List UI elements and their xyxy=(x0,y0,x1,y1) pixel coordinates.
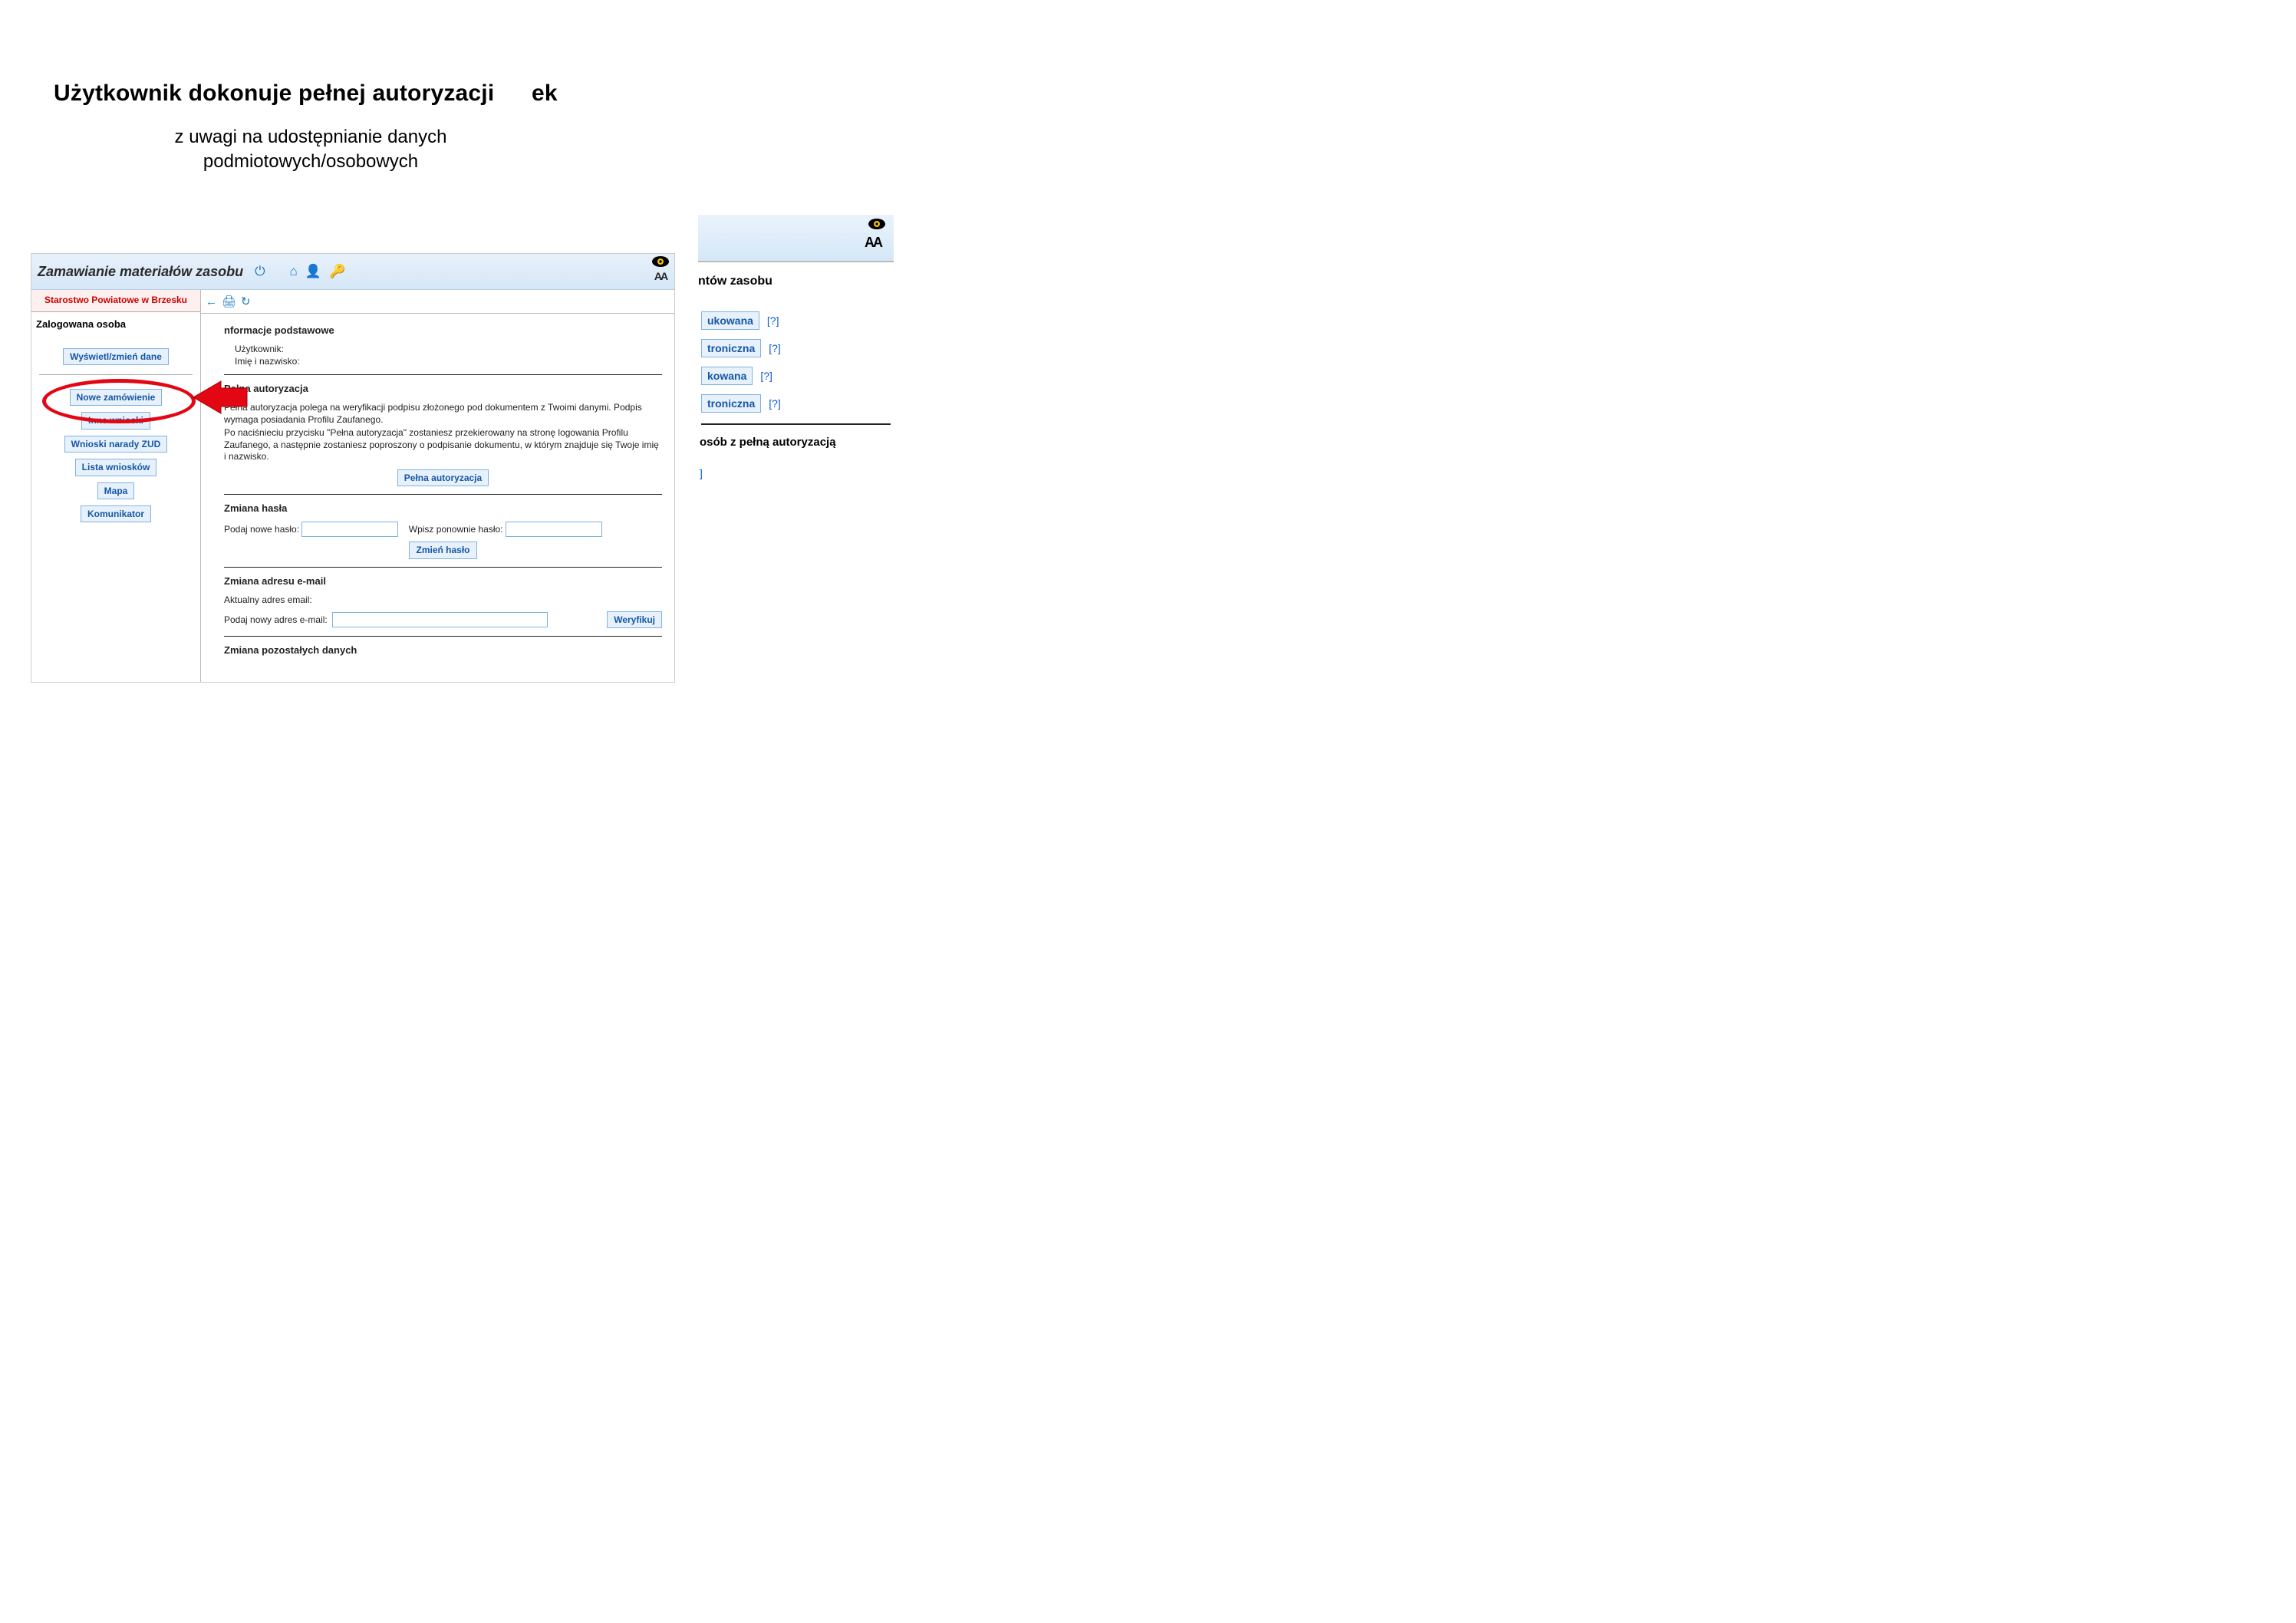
home-icon[interactable]: ⌂ xyxy=(290,264,298,279)
divider xyxy=(224,567,662,568)
divider xyxy=(224,494,662,495)
change-other-header: Zmiana pozostałych danych xyxy=(224,644,662,656)
repeat-password-label: Wpisz ponownie hasło: xyxy=(409,524,503,535)
menu-new-order[interactable]: Nowe zamówienie xyxy=(70,389,163,406)
basic-info-header: nformacje podstawowe xyxy=(224,324,662,336)
change-password-button[interactable]: Zmień hasło xyxy=(409,542,476,558)
help-link[interactable]: [?] xyxy=(760,370,772,382)
divider xyxy=(224,636,662,637)
eye-icon[interactable] xyxy=(651,255,670,270)
user-icon[interactable]: 👤 xyxy=(305,264,321,279)
help-link[interactable]: [?] xyxy=(769,397,781,410)
slide-title-main: Użytkownik dokonuje pełnej autoryzacji xyxy=(54,81,494,106)
print-icon[interactable]: 🖨 xyxy=(222,295,236,308)
repeat-password-input[interactable] xyxy=(506,522,602,537)
option-b[interactable]: troniczna xyxy=(701,339,761,357)
app-header: Zamawianie materiałów zasobu ⏻ ⌂ 👤 🔑 AA xyxy=(31,254,674,290)
sidebar-separator xyxy=(39,374,193,375)
slide-title: Użytkownik dokonuje pełnej autoryzacji e… xyxy=(54,81,558,106)
power-icon[interactable]: ⏻ xyxy=(255,264,265,279)
refresh-icon[interactable]: ↻ xyxy=(241,295,251,308)
fragment-headline: ntów zasobu xyxy=(698,275,891,288)
view-change-data-button[interactable]: Wyświetl/zmień dane xyxy=(63,348,169,365)
change-email-header: Zmiana adresu e-mail xyxy=(224,575,662,587)
option-c[interactable]: kowana xyxy=(701,367,753,385)
menu-zud[interactable]: Wnioski narady ZUD xyxy=(64,436,168,453)
key-icon[interactable]: 🔑 xyxy=(329,264,345,279)
fragment-header: AA xyxy=(698,215,894,262)
menu-map[interactable]: Mapa xyxy=(97,482,135,499)
logged-user-label: Zalogowana osoba xyxy=(31,312,200,333)
office-name: Starostwo Powiatowe w Brzesku xyxy=(31,290,200,312)
content-toolbar: ← 🖨 ↻ xyxy=(201,290,674,314)
new-password-input[interactable] xyxy=(301,522,398,537)
screenshot-fragment: AA ntów zasobu ukowana [?] troniczna [?]… xyxy=(698,215,894,614)
fragment-bracket: ] xyxy=(700,467,891,479)
change-password-header: Zmiana hasła xyxy=(224,502,662,514)
app-title: Zamawianie materiałów zasobu xyxy=(38,264,243,280)
new-password-label: Podaj nowe hasło: xyxy=(224,524,299,535)
menu-comm[interactable]: Komunikator xyxy=(81,505,151,522)
current-email-label: Aktualny adres email: xyxy=(224,594,662,605)
accessibility-controls: AA xyxy=(651,255,670,282)
font-size-toggle[interactable]: AA xyxy=(651,270,670,282)
option-d[interactable]: troniczna xyxy=(701,394,761,413)
divider xyxy=(701,423,891,425)
screenshot-main: Zamawianie materiałów zasobu ⏻ ⌂ 👤 🔑 AA … xyxy=(31,253,675,683)
font-size-toggle[interactable]: AA xyxy=(865,235,881,251)
eye-icon[interactable] xyxy=(868,218,886,232)
option-a[interactable]: ukowana xyxy=(701,311,759,330)
back-icon[interactable]: ← xyxy=(206,295,217,308)
slide-sub-line2: podmiotowych/osobowych xyxy=(203,151,418,172)
slide-subtitle: z uwagi na udostępnianie danych podmioto… xyxy=(130,125,491,175)
divider xyxy=(224,374,662,375)
menu-other-requests[interactable]: Inne wnioski xyxy=(81,412,150,429)
full-auth-desc2: Po naciśnieciu przycisku "Pełna autoryza… xyxy=(224,427,662,463)
fragment-subheader: osób z pełną autoryzacją xyxy=(700,436,891,449)
verify-email-button[interactable]: Weryfikuj xyxy=(607,611,662,628)
new-email-label: Podaj nowy adres e-mail: xyxy=(224,614,328,625)
slide-title-fragment: ek xyxy=(532,81,558,106)
full-auth-desc1: Pełna autoryzacja polega na weryfikacji … xyxy=(224,402,662,426)
name-label: Imię i nazwisko: xyxy=(235,356,662,367)
help-link[interactable]: [?] xyxy=(769,342,781,354)
full-auth-button[interactable]: Pełna autoryzacja xyxy=(397,469,489,486)
fragment-list: ntów zasobu ukowana [?] troniczna [?] ko… xyxy=(698,262,894,479)
main-content: ← 🖨 ↻ nformacje podstawowe Użytkownik: I… xyxy=(201,290,674,683)
help-link[interactable]: [?] xyxy=(767,314,779,327)
slide-sub-line1: z uwagi na udostępnianie danych xyxy=(175,127,447,147)
menu-list[interactable]: Lista wniosków xyxy=(75,459,157,476)
sidebar: Starostwo Powiatowe w Brzesku Zalogowana… xyxy=(31,290,201,683)
user-label: Użytkownik: xyxy=(235,344,662,354)
full-auth-header: Pełna autoryzacja xyxy=(224,383,662,394)
new-email-input[interactable] xyxy=(332,612,548,627)
